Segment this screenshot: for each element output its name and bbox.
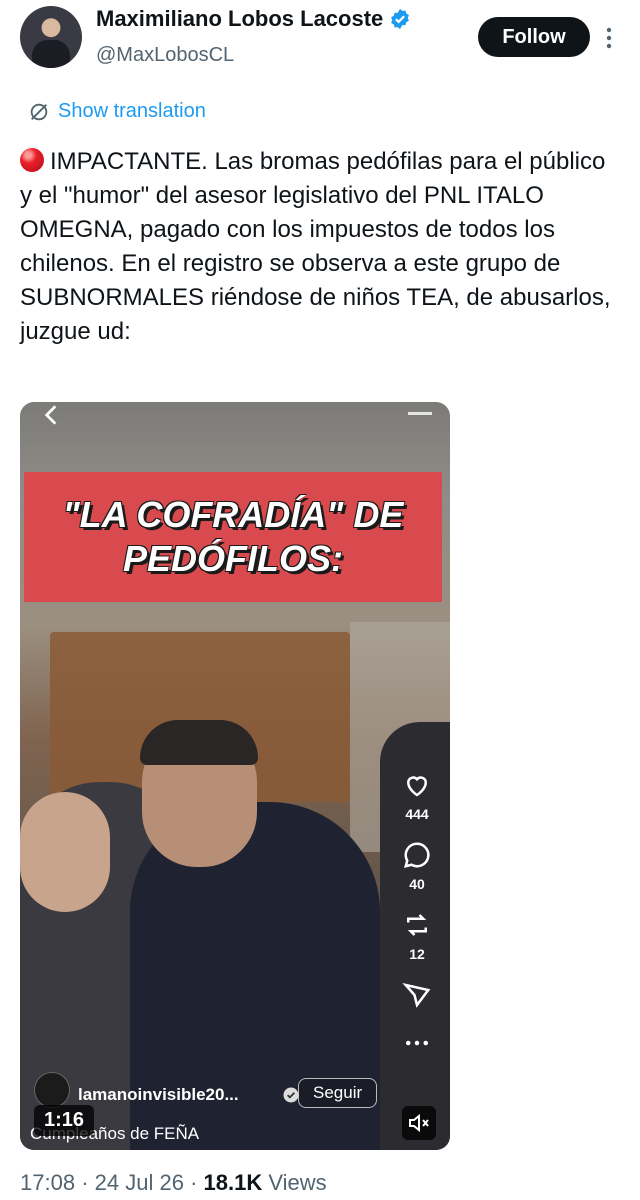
- more-options-icon[interactable]: [597, 26, 621, 50]
- video-account-name[interactable]: lamanoinvisible20...: [78, 1085, 239, 1105]
- send-icon: [402, 982, 431, 1008]
- comment-count: 40: [409, 876, 425, 892]
- tweet-date[interactable]: 24 Jul 26: [95, 1170, 184, 1195]
- tweet-text: IMPACTANTE. Las bromas pedófilas para el…: [20, 145, 620, 349]
- like-count: 444: [405, 806, 429, 822]
- comment-icon: [403, 842, 430, 869]
- video-person-left-face: [20, 792, 110, 912]
- video-action-rail: 444 40 12: [392, 770, 442, 1076]
- meta-separator: ·: [81, 1170, 95, 1195]
- comment-action[interactable]: 40: [402, 840, 432, 892]
- red-circle-icon: [20, 148, 44, 172]
- heart-icon: [406, 776, 428, 797]
- banner-line-2: PEDÓFILOS:: [122, 538, 343, 579]
- more-horizontal-icon: [406, 1040, 428, 1046]
- author-avatar[interactable]: [20, 6, 82, 68]
- tweet-meta: 17:08 · 24 Jul 26 · 18.1K Views: [20, 1170, 327, 1196]
- follow-button[interactable]: Follow: [478, 17, 590, 57]
- video-follow-button[interactable]: Seguir: [298, 1078, 378, 1108]
- repost-icon: [407, 914, 427, 936]
- author-name-row: Maximiliano Lobos Lacoste: [96, 6, 411, 32]
- video-more-action[interactable]: [402, 1028, 432, 1058]
- views-label: Views: [268, 1170, 327, 1195]
- tweet-body: IMPACTANTE. Las bromas pedófilas para el…: [20, 148, 611, 345]
- video-duration: 1:16: [34, 1105, 95, 1136]
- meta-separator: ·: [190, 1170, 204, 1195]
- video-person-center-hair: [140, 720, 258, 765]
- translate-icon: [30, 103, 48, 120]
- tweet-time[interactable]: 17:08: [20, 1170, 75, 1195]
- views-count: 18.1K: [203, 1170, 263, 1195]
- video-account-avatar[interactable]: [34, 1072, 70, 1108]
- author-name[interactable]: Maximiliano Lobos Lacoste: [96, 6, 383, 32]
- show-translation-link[interactable]: Show translation: [28, 100, 206, 123]
- share-action[interactable]: [402, 980, 432, 1010]
- volume-muted-icon: [409, 1113, 429, 1133]
- video-title-banner: "LA COFRADÍA" DE PEDÓFILOS:: [24, 472, 442, 602]
- banner-line-1: "LA COFRADÍA" DE: [62, 494, 404, 535]
- author-handle[interactable]: @MaxLobosCL: [96, 44, 234, 67]
- mute-button[interactable]: [402, 1106, 436, 1140]
- verified-badge-icon: [391, 8, 410, 30]
- video-player[interactable]: "LA COFRADÍA" DE PEDÓFILOS: 444 40 12 la…: [20, 402, 450, 1150]
- show-translation-label: Show translation: [58, 100, 206, 122]
- menu-icon: [408, 412, 432, 415]
- back-arrow-icon: [44, 405, 57, 425]
- repost-count: 12: [409, 946, 425, 962]
- repost-action[interactable]: 12: [402, 910, 432, 962]
- like-action[interactable]: 444: [402, 770, 432, 822]
